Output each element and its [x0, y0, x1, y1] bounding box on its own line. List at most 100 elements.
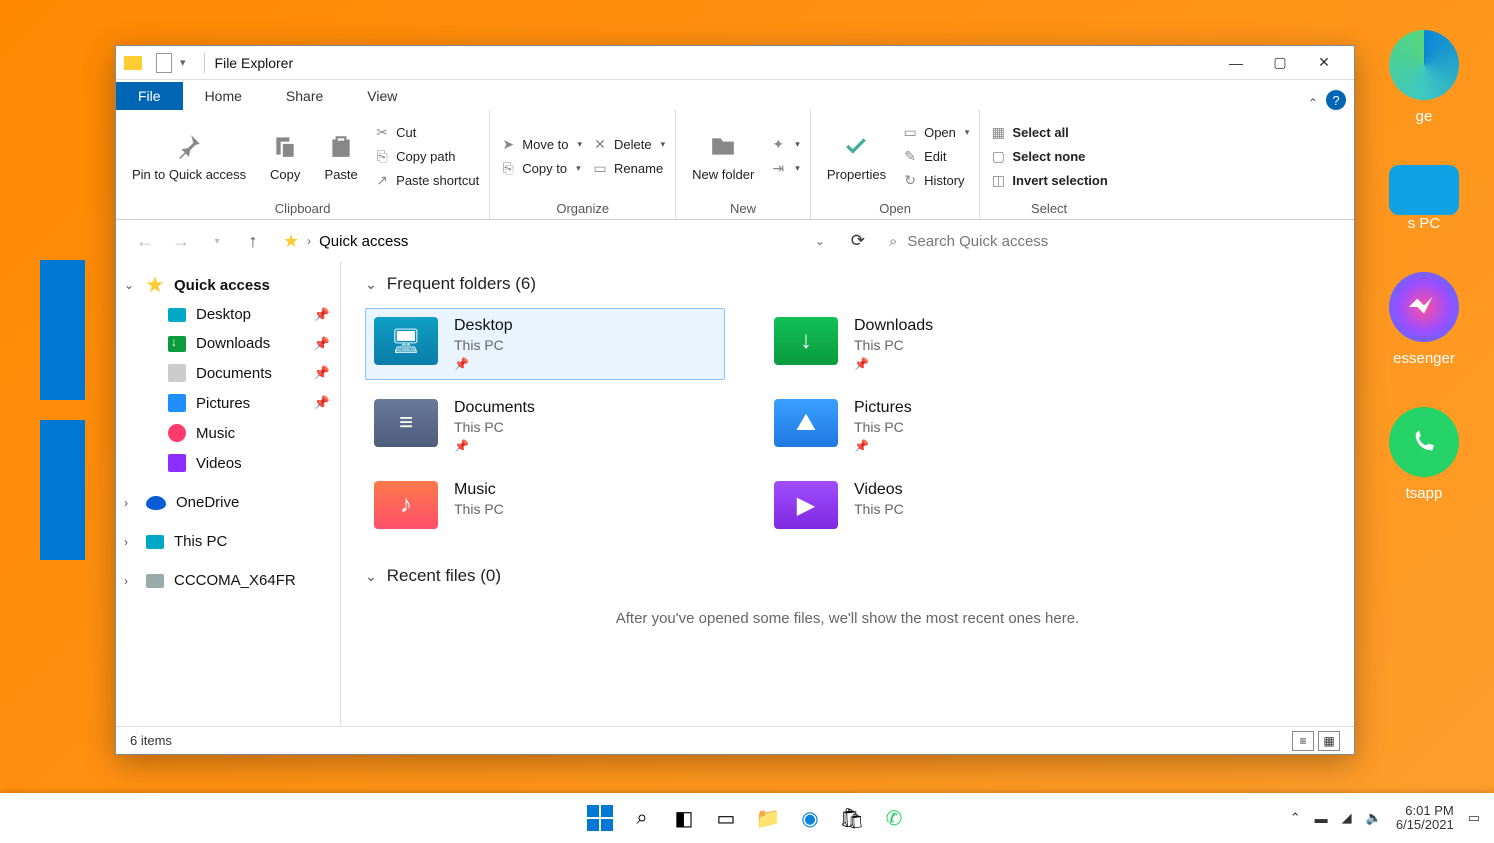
clock[interactable]: 6:01 PM 6/15/2021	[1396, 804, 1454, 833]
easy-access-button[interactable]: ⇥▾	[770, 158, 800, 178]
frequent-folders-header[interactable]: ⌄Frequent folders (6)	[365, 274, 1330, 294]
details-view-button[interactable]: ≡	[1292, 731, 1314, 751]
new-folder-button[interactable]: New folder	[686, 129, 760, 183]
chevron-right-icon[interactable]: ›	[124, 496, 128, 510]
sidebar-item-desktop[interactable]: Desktop📌	[116, 300, 340, 329]
explorer-taskbar-icon[interactable]: 📁	[753, 803, 783, 833]
new-doc-icon[interactable]	[156, 53, 172, 73]
new-item-button[interactable]: ✦▾	[770, 134, 800, 154]
ribbon-group-label: Select	[990, 198, 1107, 219]
select-all-button[interactable]: ▦Select all	[990, 122, 1107, 142]
back-button[interactable]: ←	[130, 226, 160, 256]
folder-music[interactable]: ♪ MusicThis PC	[365, 472, 725, 538]
sidebar-item-music[interactable]: Music	[116, 418, 340, 448]
move-to-button[interactable]: ➤Move to▾	[500, 134, 582, 154]
sidebar-thispc[interactable]: ›This PC	[116, 527, 340, 556]
search-input[interactable]: ⌕ Search Quick access	[880, 226, 1340, 256]
sidebar-item-documents[interactable]: Documents📌	[116, 358, 340, 388]
copy-to-button[interactable]: ⎘Copy to▾	[500, 158, 582, 178]
qa-dropdown-icon[interactable]: ▾	[180, 56, 186, 69]
desktop-icon-label: s PC	[1408, 215, 1441, 232]
desktop-icon-thispc[interactable]: s PC	[1354, 165, 1494, 232]
pin-quick-access-button[interactable]: Pin to Quick access	[126, 129, 252, 183]
folder-pictures[interactable]: ⛰ PicturesThis PC📌	[765, 390, 1125, 462]
edit-button[interactable]: ✎Edit	[902, 146, 969, 166]
invert-selection-button[interactable]: ◫Invert selection	[990, 170, 1107, 190]
desktop-icon-label: essenger	[1393, 350, 1455, 367]
document-icon	[168, 364, 186, 382]
address-input[interactable]: ★ › Quick access ⌄ ⟳	[274, 226, 874, 256]
desktop-icon-messenger[interactable]: essenger	[1354, 272, 1494, 367]
rename-button[interactable]: ▭Rename	[592, 158, 665, 178]
notifications-icon[interactable]: ▭	[1468, 810, 1480, 826]
ribbon-group-label: Open	[821, 198, 970, 219]
volume-icon[interactable]: 🔈	[1366, 810, 1382, 826]
folder-desktop[interactable]: 🖥 DesktopThis PC📌	[365, 308, 725, 380]
start-button[interactable]	[585, 803, 615, 833]
folder-documents[interactable]: ≡ DocumentsThis PC📌	[365, 390, 725, 462]
wifi-icon[interactable]: ◢	[1342, 810, 1352, 826]
desktop-icon-whatsapp[interactable]: tsapp	[1354, 407, 1494, 502]
battery-icon[interactable]: ▬	[1315, 811, 1328, 826]
breadcrumb[interactable]: Quick access	[319, 233, 408, 250]
whatsapp-taskbar-icon[interactable]: ✆	[879, 803, 909, 833]
sidebar-drive[interactable]: ›CCCOMA_X64FR	[116, 566, 340, 595]
up-button[interactable]: ↑	[238, 226, 268, 256]
tab-share[interactable]: Share	[264, 82, 345, 110]
history-button[interactable]: ↻History	[902, 170, 969, 190]
link-icon: ⇥	[770, 160, 786, 176]
tray-expand-icon[interactable]: ⌃	[1290, 810, 1301, 826]
desktop-icon-edge[interactable]: ge	[1354, 30, 1494, 125]
recent-files-header[interactable]: ⌄Recent files (0)	[365, 566, 1330, 586]
sidebar-quick-access[interactable]: ⌄Quick access	[116, 270, 340, 300]
tab-file[interactable]: File	[116, 82, 183, 110]
chevron-right-icon[interactable]: ›	[124, 574, 128, 588]
recent-dropdown[interactable]: ▾	[202, 226, 232, 256]
desktop-icons-right: ge s PC essenger tsapp	[1354, 30, 1494, 542]
tab-home[interactable]: Home	[183, 82, 264, 110]
music-folder-icon: ♪	[374, 481, 438, 529]
chevron-down-icon[interactable]: ⌄	[124, 278, 134, 292]
sidebar-item-downloads[interactable]: Downloads📌	[116, 329, 340, 358]
sidebar-onedrive[interactable]: ›OneDrive	[116, 488, 340, 517]
paste-shortcut-button[interactable]: ↗Paste shortcut	[374, 170, 479, 190]
cut-button[interactable]: ✂Cut	[374, 122, 479, 142]
address-bar: ← → ▾ ↑ ★ › Quick access ⌄ ⟳ ⌕ Search Qu…	[116, 220, 1354, 262]
search-button[interactable]: ⌕	[627, 803, 657, 833]
pin-icon: 📌	[314, 307, 330, 323]
ribbon-group-label: Organize	[500, 198, 665, 219]
widgets-button[interactable]: ▭	[711, 803, 741, 833]
forward-button[interactable]: →	[166, 226, 196, 256]
ribbon-group-clipboard: Pin to Quick access Copy Paste ✂Cut ⎘Cop…	[116, 110, 490, 219]
help-button[interactable]: ?	[1326, 90, 1346, 110]
minimize-button[interactable]: —	[1214, 48, 1258, 78]
refresh-button[interactable]: ⟳	[851, 231, 865, 251]
folder-videos[interactable]: ▶ VideosThis PC	[765, 472, 1125, 538]
copy-path-button[interactable]: ⎘Copy path	[374, 146, 479, 166]
properties-button[interactable]: Properties	[821, 129, 892, 183]
ribbon-collapse-icon[interactable]: ⌃	[1308, 96, 1318, 110]
sidebar-item-pictures[interactable]: Pictures📌	[116, 388, 340, 418]
invert-icon: ◫	[990, 172, 1006, 188]
open-button[interactable]: ▭Open▾	[902, 122, 969, 142]
content-pane: ⌄Frequent folders (6) 🖥 DesktopThis PC📌 …	[341, 262, 1354, 726]
chevron-down-icon[interactable]: ⌄	[815, 234, 825, 248]
tab-view[interactable]: View	[345, 82, 419, 110]
chevron-right-icon[interactable]: ›	[124, 535, 128, 549]
edge-taskbar-icon[interactable]: ◉	[795, 803, 825, 833]
folder-downloads[interactable]: ↓ DownloadsThis PC📌	[765, 308, 1125, 380]
maximize-button[interactable]: ▢	[1258, 48, 1302, 78]
select-none-button[interactable]: ▢Select none	[990, 146, 1107, 166]
pin-icon	[172, 129, 206, 163]
sidebar-item-videos[interactable]: Videos	[116, 448, 340, 478]
ribbon-group-open: Properties ▭Open▾ ✎Edit ↻History Open	[811, 110, 981, 219]
store-taskbar-icon[interactable]: 🛍	[837, 803, 867, 833]
copy-button[interactable]: Copy	[262, 129, 308, 183]
delete-button[interactable]: ✕Delete▾	[592, 134, 665, 154]
ribbon-group-new: New folder ✦▾ ⇥▾ New	[676, 110, 811, 219]
paste-button[interactable]: Paste	[318, 129, 364, 183]
close-button[interactable]: ✕	[1302, 48, 1346, 78]
scissors-icon: ✂	[374, 124, 390, 140]
icons-view-button[interactable]: ▦	[1318, 731, 1340, 751]
task-view-button[interactable]: ◧	[669, 803, 699, 833]
